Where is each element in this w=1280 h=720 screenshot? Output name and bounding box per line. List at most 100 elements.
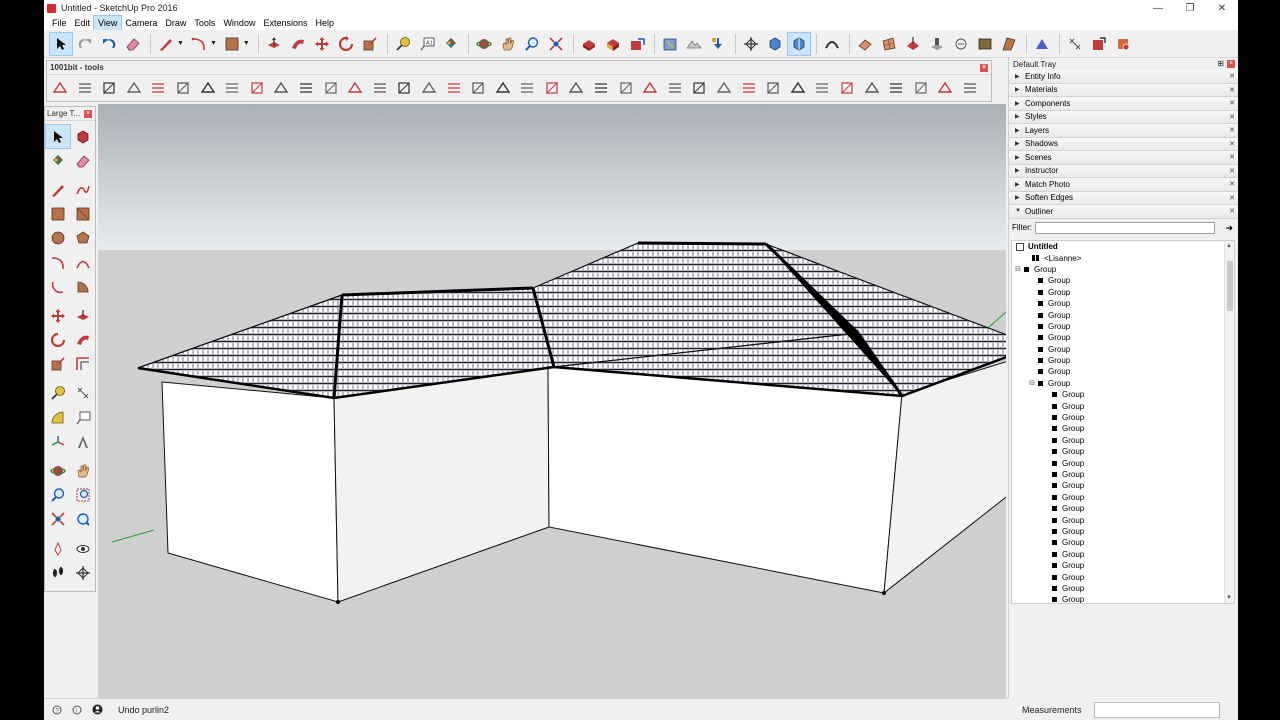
- tool-1001bit-button[interactable]: [641, 79, 659, 97]
- lt-section-plane-button[interactable]: [71, 561, 95, 584]
- tool-1001bit-button[interactable]: [174, 79, 192, 97]
- tool-1001bit-button[interactable]: [912, 79, 930, 97]
- soften-edges-button[interactable]: [821, 33, 843, 55]
- flip-edge-button[interactable]: [998, 33, 1020, 55]
- outliner-group-row[interactable]: Group: [1012, 492, 1234, 503]
- tool-1001bit-button[interactable]: [838, 79, 856, 97]
- panel-soften-edges[interactable]: ▶ Soften Edges ✕: [1009, 191, 1238, 205]
- lt-dimension-button[interactable]: [71, 382, 95, 405]
- measurements-input[interactable]: [1093, 702, 1220, 718]
- outliner-scrollbar[interactable]: ▲ ▼: [1224, 241, 1234, 603]
- filter-input[interactable]: [1035, 221, 1215, 234]
- panel-entity-info[interactable]: ▶ Entity Info ✕: [1009, 70, 1238, 84]
- outliner-group-row[interactable]: Group: [1012, 389, 1234, 400]
- panel-close-icon[interactable]: ✕: [1229, 153, 1235, 161]
- text-button[interactable]: A1: [416, 33, 438, 55]
- outliner-component[interactable]: <Lisanne>: [1012, 252, 1234, 263]
- outliner-group-row[interactable]: Group: [1012, 514, 1234, 525]
- lt-paint-bucket-button[interactable]: [46, 149, 70, 172]
- shape-tool-button[interactable]: [221, 33, 243, 55]
- tool-1001bit-button[interactable]: [518, 79, 536, 97]
- lt-3d-text-button[interactable]: [71, 430, 95, 453]
- lt-arc-button[interactable]: [46, 251, 70, 274]
- export-button[interactable]: [1088, 33, 1110, 55]
- panel-close-icon[interactable]: ✕: [1229, 167, 1235, 175]
- outliner-group-row[interactable]: Group: [1012, 400, 1234, 411]
- tool-1001bit-button[interactable]: [887, 79, 905, 97]
- outliner-root[interactable]: Untitled: [1012, 241, 1234, 252]
- tool-1001bit-button[interactable]: [322, 79, 340, 97]
- drawing-viewport[interactable]: [98, 104, 1006, 698]
- outliner-group-row[interactable]: Group: [1012, 571, 1234, 582]
- tool-1001bit-button[interactable]: [813, 79, 831, 97]
- outliner-group-row[interactable]: Group: [1012, 298, 1234, 309]
- scroll-up-icon[interactable]: ▲: [1226, 243, 1232, 249]
- arc-tool-button[interactable]: [188, 33, 210, 55]
- outliner-group-nested[interactable]: ⊟ Group: [1012, 378, 1234, 389]
- tool-1001bit-button[interactable]: [297, 79, 315, 97]
- menu-view[interactable]: View: [93, 15, 123, 31]
- tool-1001bit-button[interactable]: [740, 79, 758, 97]
- line-tool-dropdown-icon[interactable]: ▼: [177, 40, 184, 47]
- tool-1001bit-button[interactable]: [346, 79, 364, 97]
- lt-push-pull-button[interactable]: [71, 304, 95, 327]
- sandbox-from-contours-button[interactable]: [854, 33, 876, 55]
- lt-orbit-button[interactable]: [46, 459, 70, 482]
- lt-scale-button[interactable]: [46, 353, 70, 376]
- panel-close-icon[interactable]: ✕: [1229, 140, 1235, 148]
- orbit-button[interactable]: [473, 33, 495, 55]
- plugin-extra-button[interactable]: [1112, 33, 1134, 55]
- lt-select-button[interactable]: [45, 123, 71, 150]
- zoom-extents-button[interactable]: [545, 33, 567, 55]
- redo-button[interactable]: [74, 33, 96, 55]
- tool-1001bit-button[interactable]: [592, 79, 610, 97]
- outliner-group-row[interactable]: Group: [1012, 549, 1234, 560]
- panel-outliner[interactable]: ▼ Outliner ✕: [1009, 205, 1238, 219]
- tool-1001bit-button[interactable]: [469, 79, 487, 97]
- lt-make-component-button[interactable]: [71, 125, 95, 148]
- lt-3point-arc-button[interactable]: [46, 275, 70, 298]
- geo-location-icon[interactable]: ?: [50, 703, 64, 717]
- stamp-button[interactable]: [926, 33, 948, 55]
- lt-pie-button[interactable]: [71, 275, 95, 298]
- tray-close-icon[interactable]: ×: [1227, 60, 1235, 68]
- tool-1001bit-button[interactable]: [51, 79, 69, 97]
- outliner-group-row[interactable]: Group: [1012, 275, 1234, 286]
- close-button[interactable]: ✕: [1206, 0, 1238, 16]
- add-detail-button[interactable]: [974, 33, 996, 55]
- display-section-cuts-button[interactable]: [786, 31, 811, 56]
- scale-button[interactable]: [359, 33, 381, 55]
- lt-axes-button[interactable]: [46, 430, 70, 453]
- add-location-button[interactable]: [659, 33, 681, 55]
- menu-camera[interactable]: Camera: [121, 16, 161, 30]
- user-icon[interactable]: [90, 703, 104, 717]
- tool-1001bit-button[interactable]: [715, 79, 733, 97]
- tool-1001bit-button[interactable]: [936, 79, 954, 97]
- outliner-group-top[interactable]: ⊟ Group: [1012, 264, 1234, 275]
- follow-me-button[interactable]: [287, 33, 309, 55]
- lt-eraser-button[interactable]: [71, 149, 95, 172]
- lt-protractor-button[interactable]: [46, 406, 70, 429]
- outliner-group-row[interactable]: Group: [1012, 287, 1234, 298]
- outliner-group-row[interactable]: Group: [1012, 560, 1234, 571]
- panel-close-icon[interactable]: ✕: [1229, 86, 1235, 94]
- menu-extensions[interactable]: Extensions: [259, 16, 311, 30]
- lt-zoom-window-button[interactable]: [71, 484, 95, 507]
- outliner-group-row[interactable]: Group: [1012, 526, 1234, 537]
- outliner-group-row[interactable]: Group: [1012, 537, 1234, 548]
- panel-instructor[interactable]: ▶ Instructor ✕: [1009, 164, 1238, 178]
- lt-rotated-rectangle-button[interactable]: [71, 203, 95, 226]
- outliner-group-row[interactable]: Group: [1012, 446, 1234, 457]
- display-section-planes-button[interactable]: [764, 33, 786, 55]
- shape-tool-dropdown-icon[interactable]: ▼: [243, 40, 250, 47]
- match-photo-button[interactable]: [1031, 33, 1053, 55]
- outliner-group-row[interactable]: Group: [1012, 583, 1234, 594]
- lt-move-button[interactable]: [46, 304, 70, 327]
- lt-rectangle-button[interactable]: [46, 203, 70, 226]
- lt-line-button[interactable]: [46, 178, 70, 201]
- outliner-details-arrow-icon[interactable]: ➜: [1225, 223, 1233, 234]
- section-plane-button[interactable]: [740, 33, 762, 55]
- lt-freehand-button[interactable]: [71, 178, 95, 201]
- menu-help[interactable]: Help: [311, 16, 338, 30]
- scene-canvas[interactable]: [98, 104, 1006, 698]
